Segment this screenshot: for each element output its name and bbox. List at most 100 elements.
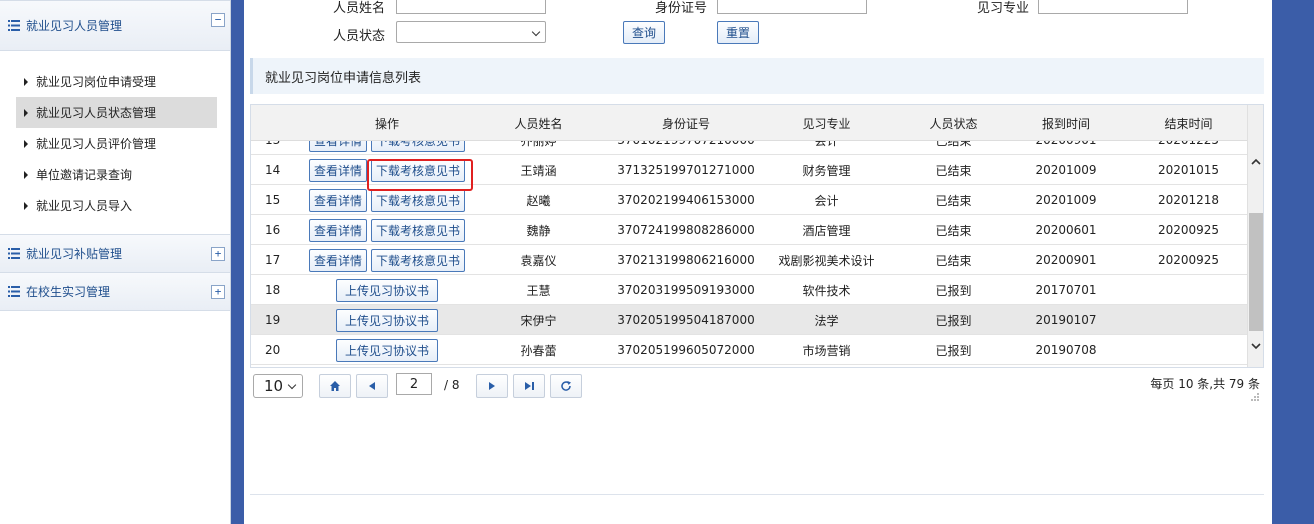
row-number: 19 — [265, 313, 281, 327]
sidebar-item-status-management[interactable]: 就业见习人员状态管理 — [16, 97, 217, 128]
divider — [250, 494, 1264, 495]
chevron-down-icon — [531, 27, 541, 37]
page-size-select[interactable]: 10 — [253, 374, 303, 398]
view-detail-button[interactable]: 查看详情 — [308, 218, 367, 242]
main-content: 人员姓名 身份证号 见习专业 人员状态 查询 重置 就业见习岗位申请信息列表 操… — [244, 0, 1272, 524]
prev-page-button[interactable] — [356, 374, 388, 398]
view-detail-button[interactable]: 查看详情 — [308, 188, 367, 212]
first-page-button[interactable] — [319, 374, 351, 398]
major-cell: 财务管理 — [802, 163, 851, 178]
list-icon — [8, 286, 20, 297]
sidebar-item-invitation-records[interactable]: 单位邀请记录查询 — [16, 159, 217, 190]
name-cell: 王靖涵 — [520, 163, 557, 178]
caret-right-icon — [24, 170, 28, 179]
vertical-scrollbar[interactable] — [1247, 105, 1263, 367]
query-button[interactable]: 查询 — [623, 21, 665, 44]
row-number: 16 — [265, 223, 281, 237]
grid-header: 操作 人员姓名 身份证号 见习专业 人员状态 报到时间 结束时间 — [251, 105, 1247, 141]
name-cell: 魏静 — [526, 223, 551, 238]
sidebar-item-label: 就业见习人员评价管理 — [36, 137, 157, 151]
next-page-button[interactable] — [476, 374, 508, 398]
download-assessment-button[interactable]: 下载考核意见书 — [371, 188, 466, 212]
upload-agreement-button[interactable]: 上传见习协议书 — [335, 338, 438, 362]
panel-title: 就业见习岗位申请信息列表 — [250, 58, 1264, 94]
row-number: 20 — [265, 343, 281, 357]
major-cell: 软件技术 — [802, 283, 851, 298]
section-label: 在校生实习管理 — [26, 285, 111, 299]
download-assessment-button[interactable]: 下载考核意见书 — [371, 218, 466, 242]
sidebar-item-import[interactable]: 就业见习人员导入 — [16, 190, 217, 221]
row-number: 18 — [265, 283, 281, 297]
sidebar-item-label: 就业见习人员状态管理 — [36, 106, 157, 120]
status-cell: 已结束 — [935, 163, 972, 178]
name-cell: 王慧 — [526, 283, 551, 298]
sidebar-item-label: 单位邀请记录查询 — [36, 168, 133, 182]
total-pages: / 8 — [444, 378, 460, 392]
major-cell: 市场营销 — [802, 343, 851, 358]
section-student-internship-management[interactable]: 在校生实习管理 + — [0, 273, 230, 311]
search-form: 人员姓名 身份证号 见习专业 人员状态 查询 重置 — [244, 0, 1272, 52]
caret-right-icon — [24, 77, 28, 86]
triangle-left-icon — [369, 382, 375, 390]
sidebar-item-label: 就业见习岗位申请受理 — [36, 75, 157, 89]
resize-grip-icon[interactable] — [1250, 392, 1260, 402]
status-cell: 已结束 — [935, 253, 972, 268]
upload-agreement-button[interactable]: 上传见习协议书 — [335, 308, 438, 332]
sidebar-item-evaluation-management[interactable]: 就业见习人员评价管理 — [16, 128, 217, 159]
view-detail-button[interactable]: 查看详情 — [308, 158, 367, 182]
start-date-cell: 20200901 — [1035, 253, 1097, 267]
section-employment-trainee-management[interactable]: 就业见习人员管理 − — [0, 0, 230, 51]
triangle-right-icon — [489, 382, 495, 390]
row-number: 13 — [251, 141, 293, 155]
row-number: 15 — [265, 193, 281, 207]
expand-icon[interactable]: + — [211, 285, 225, 299]
end-date-cell: 20201218 — [1157, 193, 1220, 207]
section-label: 就业见习补贴管理 — [26, 247, 123, 261]
view-detail-button[interactable]: 查看详情 — [308, 248, 367, 272]
pagination-info: 每页 10 条,共 79 条 — [1150, 377, 1260, 391]
page-number-input[interactable]: 2 — [396, 373, 432, 395]
sidebar-item-position-application[interactable]: 就业见习岗位申请受理 — [16, 66, 217, 97]
upload-agreement-button[interactable]: 上传见习协议书 — [335, 278, 438, 302]
id-cell: 370205199504187000 — [617, 313, 755, 327]
major-input[interactable] — [1038, 0, 1188, 14]
column-header: 操作 — [374, 116, 399, 131]
scroll-up-icon[interactable] — [1251, 157, 1261, 167]
column-header: 人员状态 — [929, 116, 978, 131]
view-detail-button[interactable]: 查看详情 — [308, 141, 367, 152]
id-cell: 370202199406153000 — [617, 193, 755, 207]
caret-right-icon — [24, 201, 28, 210]
refresh-icon — [561, 381, 571, 391]
name-input[interactable] — [396, 0, 546, 14]
reset-button[interactable]: 重置 — [717, 21, 759, 44]
major-cell: 戏剧影视美术设计 — [778, 253, 875, 268]
list-icon — [8, 248, 20, 259]
major-cell: 会计 — [759, 141, 894, 155]
download-assessment-button[interactable]: 下载考核意见书 — [371, 141, 466, 152]
download-assessment-button[interactable]: 下载考核意见书 — [371, 248, 466, 272]
chevron-down-icon — [287, 380, 297, 390]
id-number-input[interactable] — [717, 0, 867, 14]
start-date-cell: 20190107 — [1035, 313, 1097, 327]
start-date-cell: 20190708 — [1035, 343, 1097, 357]
name-cell: 赵曦 — [526, 193, 551, 208]
table-row: 19 上传见习协议书 宋伊宁 370205199504187000 法学 已报到 20190… — [251, 305, 1247, 335]
sidebar-item-label: 就业见习人员导入 — [36, 199, 133, 213]
id-cell: 370102199707210000 — [596, 141, 776, 155]
status-select[interactable] — [396, 21, 546, 43]
id-cell: 370213199806216000 — [617, 253, 755, 267]
major-cell: 酒店管理 — [802, 223, 851, 238]
refresh-button[interactable] — [550, 374, 582, 398]
end-date-cell: 20200925 — [1157, 223, 1220, 237]
splitter[interactable] — [231, 0, 244, 524]
expand-icon[interactable]: + — [211, 247, 225, 261]
collapse-icon[interactable]: − — [211, 13, 225, 27]
section-subsidy-management[interactable]: 就业见习补贴管理 + — [0, 235, 230, 273]
start-date-cell: 20201009 — [1035, 163, 1097, 177]
last-page-button[interactable] — [513, 374, 545, 398]
scroll-down-icon[interactable] — [1251, 341, 1261, 351]
caret-right-icon — [24, 139, 28, 148]
scrollbar-thumb[interactable] — [1249, 213, 1263, 331]
column-header: 身份证号 — [661, 116, 710, 131]
action-cell: 上传见习协议书 — [293, 335, 481, 365]
